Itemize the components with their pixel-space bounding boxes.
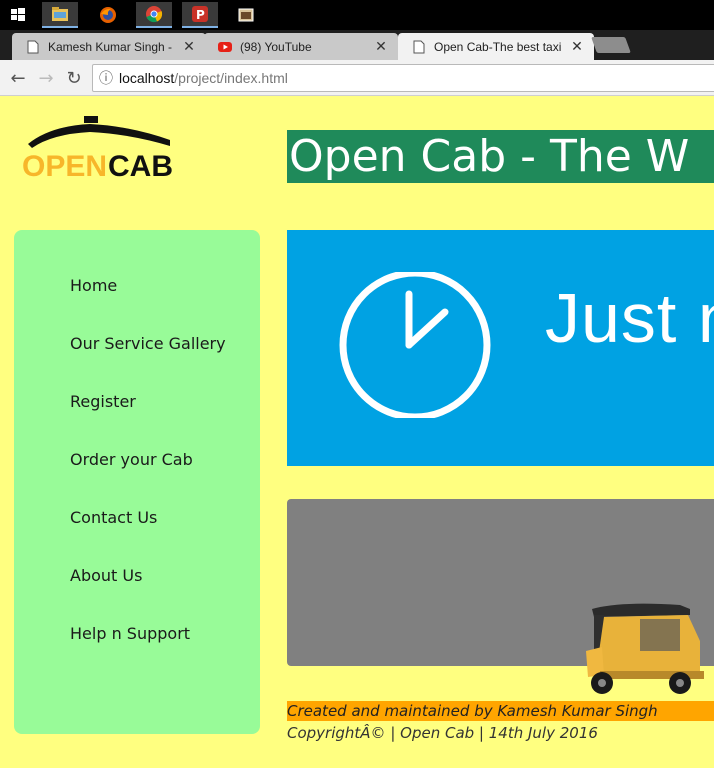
reload-icon[interactable]: ↻ xyxy=(62,66,86,90)
tab-kamesh[interactable]: Kamesh Kumar Singh - C ✕ xyxy=(12,33,206,60)
credit-line: Created and maintained by Kamesh Kumar S… xyxy=(287,701,714,721)
windows-taskbar: P xyxy=(0,0,714,30)
back-icon[interactable]: ← xyxy=(6,66,30,90)
auto-rickshaw-image xyxy=(580,601,714,701)
url-path: /project/index.html xyxy=(174,70,288,86)
sidebar-item-about-us[interactable]: About Us xyxy=(70,566,142,585)
close-tab-icon[interactable]: ✕ xyxy=(182,38,196,55)
chrome-icon[interactable] xyxy=(136,2,172,28)
address-bar[interactable]: ⓘ localhost/project/index.html xyxy=(92,64,714,92)
promo-slide: Just n xyxy=(287,230,714,466)
forward-icon[interactable]: → xyxy=(34,66,58,90)
document-icon xyxy=(26,40,40,54)
clock-icon xyxy=(339,272,491,418)
close-tab-icon[interactable]: ✕ xyxy=(374,38,388,55)
file-explorer-icon[interactable] xyxy=(42,2,78,28)
page-content: OPEN CAB Open Cab - The W Home Our Servi… xyxy=(0,96,714,768)
tab-open-cab[interactable]: Open Cab-The best taxi s ✕ xyxy=(398,33,594,60)
svg-text:P: P xyxy=(196,8,205,22)
open-cab-logo[interactable]: OPEN CAB xyxy=(20,114,180,183)
sidebar-item-help-support[interactable]: Help n Support xyxy=(70,624,190,643)
page-title: Open Cab - The W xyxy=(287,130,714,183)
youtube-icon xyxy=(218,40,232,54)
sidebar-item-order-cab[interactable]: Order your Cab xyxy=(70,450,193,469)
firefox-icon[interactable] xyxy=(90,2,126,28)
sidebar-item-register[interactable]: Register xyxy=(70,392,136,411)
logo-cab-text: CAB xyxy=(108,150,173,180)
url-host: localhost xyxy=(119,70,175,86)
tab-title: Kamesh Kumar Singh - C xyxy=(48,39,176,54)
windows-start-icon[interactable] xyxy=(0,2,36,28)
sidebar-item-service-gallery[interactable]: Our Service Gallery xyxy=(70,334,226,353)
tab-title: (98) YouTube xyxy=(240,39,312,54)
tab-title: Open Cab-The best taxi s xyxy=(434,39,564,54)
logo-open-text: OPEN xyxy=(22,150,107,180)
document-icon xyxy=(412,40,426,54)
sidebar-item-contact-us[interactable]: Contact Us xyxy=(70,508,157,527)
sidebar-item-home[interactable]: Home xyxy=(70,276,117,295)
tab-youtube[interactable]: (98) YouTube ✕ xyxy=(204,33,398,60)
app-window-icon[interactable] xyxy=(228,2,264,28)
psiphon-icon[interactable]: P xyxy=(182,2,218,28)
new-tab-button[interactable] xyxy=(591,37,631,53)
info-icon[interactable]: ⓘ xyxy=(99,68,113,88)
sidebar-menu: Home Our Service Gallery Register Order … xyxy=(14,230,260,734)
close-tab-icon[interactable]: ✕ xyxy=(570,38,584,55)
slide-text: Just n xyxy=(545,279,714,357)
copyright-text: CopyrightÂ© | Open Cab | 14th July 2016 xyxy=(287,724,598,742)
browser-toolbar: ← → ↻ ⓘ localhost/project/index.html xyxy=(0,60,714,96)
